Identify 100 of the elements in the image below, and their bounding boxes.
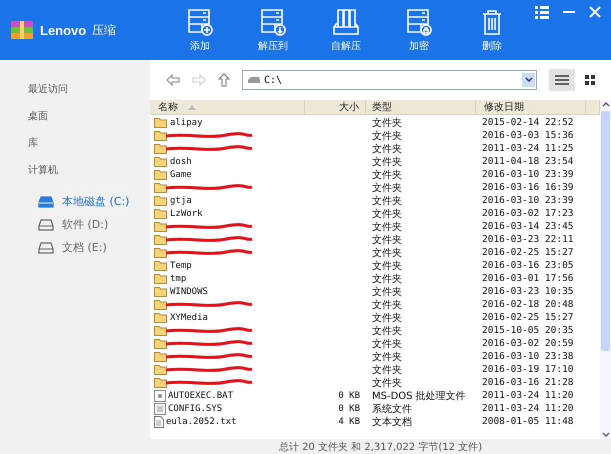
drive-item[interactable]: 本地磁盘 (C:) [0, 190, 150, 213]
file-type: 文件夹 [372, 234, 402, 246]
folder-icon [154, 156, 168, 167]
folder-icon [154, 247, 168, 258]
file-name: XYMedia [170, 312, 208, 322]
server-icon [258, 7, 288, 37]
folder-icon [154, 221, 168, 232]
modified-date: 2016-03-01 17:56 [482, 273, 574, 284]
menu-icon[interactable] [535, 6, 549, 20]
file-name: gtja [170, 196, 192, 206]
file-type: 文件夹 [372, 182, 402, 194]
modified-date: 2016-03-23 22:11 [482, 234, 574, 245]
modified-date: 2011-03-24 11:25 [482, 143, 574, 154]
modified-date: 2011-04-18 23:54 [482, 156, 574, 167]
list-view-button[interactable] [549, 69, 575, 91]
file-type: 文件夹 [372, 156, 402, 168]
modified-date: 2016-03-10 23:38 [482, 351, 574, 362]
sort-icon [188, 104, 196, 110]
file-type: 文件夹 [372, 170, 402, 180]
drive-item[interactable]: 软件 (D:) [0, 213, 150, 236]
folder-icon [154, 117, 168, 128]
file-name: Temp [170, 260, 192, 270]
modified-date: 2016-03-19 17:10 [482, 364, 574, 375]
folder-icon [154, 195, 168, 206]
server-icon [404, 7, 434, 37]
modified-date: 2015-02-14 22:52 [482, 117, 574, 128]
modified-date: 2011-03-24 11:20 [482, 390, 574, 401]
file-type: 文件夹 [372, 222, 402, 232]
file-type: 文件夹 [372, 208, 402, 220]
folder-icon [154, 169, 168, 180]
books-icon [331, 7, 361, 37]
folder-icon [154, 299, 168, 310]
folder-icon [154, 312, 168, 323]
dropdown-button[interactable] [522, 73, 535, 87]
modified-date: 2016-03-23 10:35 [482, 286, 574, 297]
file-type: 文件夹 [372, 274, 402, 284]
folder-icon [154, 351, 168, 362]
file-type: 文件夹 [372, 312, 402, 324]
modified-date: 2016-03-10 23:39 [482, 169, 574, 180]
file-name: CONFIG.SYS [168, 404, 222, 414]
file-name: alipay [170, 118, 203, 128]
sidebar-item[interactable]: 计算机 [0, 163, 150, 190]
back-icon[interactable] [166, 74, 180, 86]
file-type: 文本文档 [372, 416, 412, 428]
column-header[interactable]: 名称 [150, 100, 305, 114]
toolbar-button[interactable]: 加密 [393, 0, 445, 60]
up-icon[interactable] [218, 73, 230, 87]
file-name: WINDOWS [170, 286, 208, 296]
scrollbar[interactable] [600, 100, 611, 439]
toolbar-button[interactable]: 解压到 [247, 0, 299, 60]
folder-icon [154, 208, 168, 219]
file-size: 0 KB [338, 390, 360, 400]
modified-date: 2016-03-16 16:39 [482, 182, 574, 193]
modified-date: 2011-03-24 11:20 [482, 403, 574, 414]
folder-icon [154, 143, 168, 154]
file-type: 文件夹 [372, 364, 402, 376]
sidebar-item[interactable]: 最近访问 [0, 82, 150, 109]
modified-date: 2016-03-14 23:45 [482, 221, 574, 232]
file-type: 文件夹 [372, 286, 402, 298]
file-type: 文件夹 [372, 260, 402, 272]
folder-icon [154, 234, 168, 245]
close-icon[interactable] [589, 6, 601, 18]
modified-date: 2016-03-02 20:59 [482, 338, 574, 349]
file-name: dosh [170, 156, 192, 166]
modified-date: 2016-03-10 23:39 [482, 195, 574, 206]
drive-icon [38, 218, 54, 230]
folder-icon [154, 377, 168, 388]
scroll-down-icon[interactable] [602, 432, 610, 437]
file-type: 文件夹 [372, 196, 402, 206]
address-field[interactable]: C:\ [242, 70, 537, 90]
modified-date: 2016-02-25 15:27 [482, 312, 574, 323]
file-type: 文件夹 [372, 338, 402, 350]
server-icon [185, 7, 215, 37]
modified-date: 2016-03-16 23:05 [482, 260, 574, 271]
scroll-up-icon[interactable] [602, 102, 610, 107]
column-header[interactable]: 大小 [305, 100, 366, 114]
modified-date: 2015-10-05 20:35 [482, 325, 574, 336]
file-name: LzWork [170, 208, 203, 218]
file-type: 文件夹 [372, 352, 402, 362]
folder-icon [154, 260, 168, 271]
folder-icon [154, 130, 168, 141]
grid-icon [585, 75, 595, 85]
file-type: 文件夹 [372, 300, 402, 310]
file-type: 文件夹 [372, 118, 402, 128]
file-type: 文件夹 [372, 378, 402, 388]
modified-date: 2008-01-05 11:48 [482, 416, 574, 427]
toolbar-button[interactable]: 添加 [174, 0, 226, 60]
column-header[interactable]: 修改日期 [476, 100, 586, 114]
drive-item[interactable]: 文档 (E:) [0, 236, 150, 259]
toolbar-button[interactable]: 删除 [466, 0, 518, 60]
file-type: 文件夹 [372, 144, 402, 154]
toolbar-button[interactable]: 自解压 [320, 0, 372, 60]
list-icon [555, 75, 569, 85]
app-subtitle: 压缩 [92, 22, 116, 38]
file-type: 系统文件 [372, 404, 412, 414]
sidebar-item[interactable]: 桌面 [0, 109, 150, 136]
file-type: 文件夹 [372, 326, 402, 336]
drive-icon [247, 76, 261, 84]
column-header[interactable]: 类型 [366, 100, 476, 114]
sidebar-item[interactable]: 库 [0, 136, 150, 163]
